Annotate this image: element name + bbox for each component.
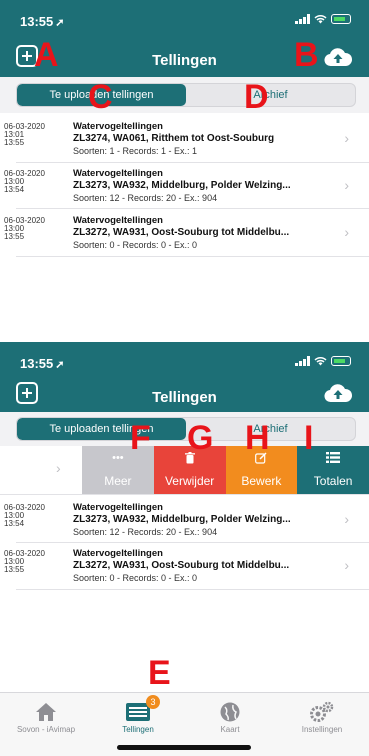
location-arrow-icon: ➚ [55,17,65,29]
home-indicator [117,745,251,750]
list-item[interactable]: 06-03-2020 13:00 13:54 Watervogeltelling… [0,165,369,205]
row-project: Watervogeltellingen [73,168,163,179]
annotation-f: F [130,419,151,457]
row-time-end: 13:54 [4,185,25,194]
divider [16,208,369,209]
bewerk-label: Bewerk [241,474,282,488]
swiped-row-remainder[interactable]: › [0,446,82,494]
row-project: Watervogeltellingen [73,502,163,513]
status-time: 13:55 ➚ [20,356,65,371]
signal-icon [295,356,310,366]
wifi-icon [314,357,327,366]
row-time-end: 13:55 [4,138,25,147]
row-name: ZL3272, WA931, Oost-Souburg tot Middelbu… [73,560,290,571]
row-time-end: 13:54 [4,519,25,528]
row-time-end: 13:55 [4,565,25,574]
tab-archief[interactable]: Archief [186,84,355,106]
annotation-i: I [304,419,314,457]
cloud-upload-button[interactable] [323,46,353,68]
row-meta: Soorten: 0 - Records: 0 - Ex.: 0 [73,573,198,583]
row-project: Watervogeltellingen [73,548,163,559]
location-arrow-icon: ➚ [55,359,65,371]
divider [0,494,369,495]
divider [16,162,369,163]
meer-label: Meer [104,474,132,488]
tab-label: Kaart [220,725,240,734]
chevron-right-icon: › [344,557,349,573]
row-name: ZL3273, WA932, Middelburg, Polder Welzin… [73,514,291,525]
annotation-h: H [245,419,270,457]
segment-area: Te uploaden tellingen Archief [0,77,369,113]
tab-label: Sovon - iAvimap [16,725,76,734]
globe-icon [220,702,240,722]
cloud-upload-button[interactable] [323,382,353,404]
list-item[interactable]: 06-03-2020 13:01 13:55 Watervogeltelling… [0,118,369,158]
divider [16,256,369,257]
tab-label: Tellingen [122,725,154,734]
battery-icon [331,14,351,24]
segmented-control: Te uploaden tellingen Archief [16,83,356,107]
tab-label: Instellingen [301,725,343,734]
tab-sovon-iavimap[interactable]: Sovon - iAvimap [0,701,92,734]
divider [16,589,369,590]
tab-instellingen[interactable]: Instellingen [276,701,368,734]
page-title: Tellingen [152,389,217,406]
row-time-end: 13:55 [4,232,25,241]
annotation-g: G [187,419,214,457]
notification-badge: 3 [146,695,160,709]
list-item[interactable]: 06-03-2020 13:00 13:55 Watervogeltelling… [0,545,369,585]
annotation-b: B [294,36,319,74]
row-meta: Soorten: 0 - Records: 0 - Ex.: 0 [73,240,198,250]
home-icon [36,703,56,721]
tab-tellingen[interactable]: 3 Tellingen [92,695,184,734]
battery-icon [331,356,351,366]
list-item[interactable]: 06-03-2020 13:00 13:54 Watervogeltelling… [0,499,369,539]
segment-area: Te uploaden tellingen Archief [0,412,369,446]
row-name: ZL3273, WA932, Middelburg, Polder Welzin… [73,180,291,191]
row-project: Watervogeltellingen [73,121,163,132]
chevron-right-icon: › [344,224,349,240]
row-meta: Soorten: 12 - Records: 20 - Ex.: 904 [73,193,218,203]
row-meta: Soorten: 1 - Records: 1 - Ex.: 1 [73,146,198,156]
chevron-right-icon: › [344,130,349,146]
chevron-right-icon: › [56,460,61,476]
row-project: Watervogeltellingen [73,215,163,226]
list-item[interactable]: 06-03-2020 13:00 13:55 Watervogeltelling… [0,212,369,252]
chevron-right-icon: › [344,511,349,527]
row-meta: Soorten: 12 - Records: 20 - Ex.: 904 [73,527,218,537]
totalen-label: Totalen [313,474,353,488]
swipe-actions-row: › ••• Meer Verwijder Bewerk Totalen [0,446,369,494]
status-indicators [295,14,351,24]
bottom-header: 13:55 ➚ Tellingen [0,342,369,412]
annotation-d: D [244,78,269,116]
wifi-icon [314,15,327,24]
gears-icon [310,701,334,722]
annotation-c: C [88,78,113,116]
signal-icon [295,14,310,24]
bottom-screen: 13:55 ➚ Tellingen Te uploaden tellingen A… [0,342,369,692]
annotation-a: A [34,36,59,74]
tab-kaart[interactable]: Kaart [184,701,276,734]
annotation-e: E [148,654,171,692]
divider [16,542,369,543]
verwijder-label: Verwijder [164,474,215,488]
status-indicators [295,356,351,366]
status-time: 13:55 ➚ [20,14,65,29]
row-name: ZL3272, WA931, Oost-Souburg tot Middelbu… [73,227,290,238]
tab-te-uploaden[interactable]: Te uploaden tellingen [17,418,186,440]
chevron-right-icon: › [344,177,349,193]
row-name: ZL3274, WA061, Ritthem tot Oost-Souburg [73,133,275,144]
